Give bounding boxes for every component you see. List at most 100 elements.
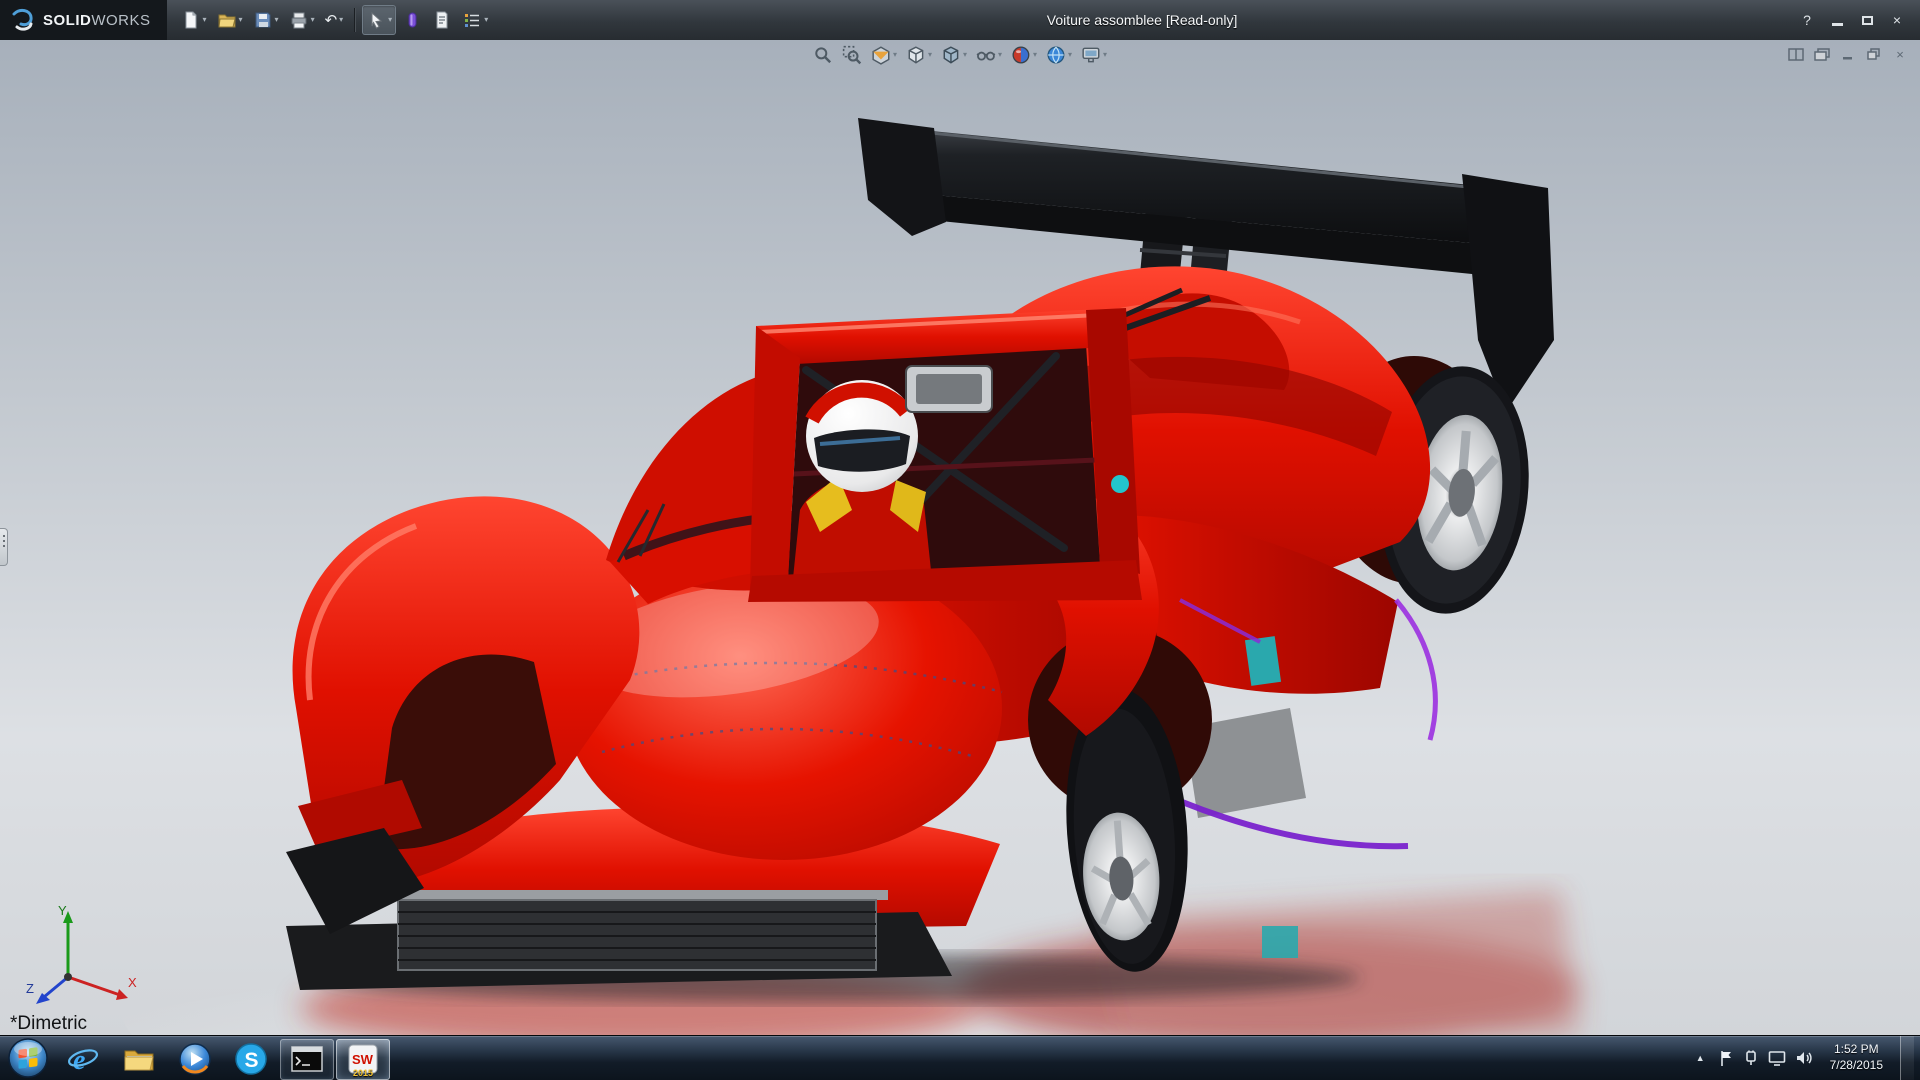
maximize-icon (1862, 16, 1873, 25)
dropdown-caret: ▾ (388, 16, 392, 24)
new-document-button[interactable]: ▾ (177, 5, 211, 35)
show-desktop-button[interactable] (1900, 1036, 1914, 1080)
apply-scene-button[interactable]: ▾ (1043, 43, 1075, 67)
dropdown-caret: ▾ (203, 16, 207, 24)
rebuild-icon (402, 10, 422, 30)
view-orientation-icon (906, 45, 926, 65)
open-button[interactable]: ▾ (213, 5, 247, 35)
app-logo: SOLIDWORKS (0, 0, 167, 40)
dassault-3ds-logo (10, 7, 36, 33)
zoom-to-area-icon (842, 45, 862, 65)
section-view-button[interactable]: ▾ (868, 43, 900, 67)
maximize-button[interactable] (1852, 7, 1882, 33)
split-view-button[interactable] (1786, 45, 1806, 63)
hide-show-items-button[interactable]: ▾ (973, 43, 1005, 67)
edit-appearance-button[interactable]: ▾ (1008, 43, 1040, 67)
graphics-viewport[interactable]: ▾ ▾ ▾ ▾ (0, 40, 1920, 1035)
graphics-area[interactable] (0, 40, 1920, 1035)
taskbar-media-player[interactable] (168, 1039, 222, 1080)
orientation-triad: Y X Z (22, 899, 142, 1009)
file-explorer-icon (122, 1044, 156, 1074)
taskbar-clock[interactable]: 1:52 PM 7/28/2015 (1822, 1042, 1891, 1073)
view-orientation-button[interactable]: ▾ (903, 43, 935, 67)
taskbar-internet-explorer[interactable]: e (56, 1039, 110, 1080)
print-button[interactable]: ▾ (285, 5, 319, 35)
options-icon (462, 10, 482, 30)
cascade-windows-icon (1814, 48, 1830, 61)
start-button[interactable] (0, 1036, 56, 1080)
dropdown-caret: ▾ (893, 51, 897, 59)
cascade-windows-button[interactable] (1812, 45, 1832, 63)
undo-button[interactable]: ↶ ▾ (321, 5, 348, 35)
options-button[interactable]: ▾ (458, 5, 492, 35)
zoom-to-area-button[interactable] (839, 43, 865, 67)
close-button[interactable]: × (1882, 7, 1912, 33)
minimize-document-button[interactable] (1838, 45, 1858, 63)
display-icon[interactable] (1768, 1050, 1786, 1066)
left-panel-splitter-handle[interactable] (0, 528, 8, 566)
volume-icon[interactable] (1795, 1050, 1813, 1066)
brand-text: SOLIDWORKS (43, 12, 151, 29)
minimize-icon (1832, 23, 1843, 26)
taskbar-messenger[interactable]: S (224, 1039, 278, 1080)
heads-up-toolbar: ▾ ▾ ▾ ▾ (810, 43, 1110, 67)
clock-time: 1:52 PM (1830, 1042, 1883, 1058)
print-icon (289, 10, 309, 30)
taskbar-items: e (56, 1036, 390, 1080)
restore-document-button[interactable] (1864, 45, 1884, 63)
view-settings-icon (1081, 45, 1101, 65)
messenger-icon: S (234, 1042, 268, 1076)
zoom-to-fit-button[interactable] (810, 43, 836, 67)
dropdown-caret: ▾ (239, 16, 243, 24)
system-tray: ▲ 1:52 PM 7/28/2015 (1692, 1036, 1920, 1080)
dropdown-caret: ▾ (339, 16, 343, 24)
dropdown-caret: ▾ (1033, 51, 1037, 59)
taskbar-solidworks-2015[interactable]: SW 2015 (336, 1039, 390, 1080)
select-button[interactable]: ▾ (362, 5, 396, 35)
taskbar-file-explorer[interactable] (112, 1039, 166, 1080)
minimize-button[interactable] (1822, 7, 1852, 33)
side-intake-teal (1245, 636, 1281, 686)
save-button[interactable]: ▾ (249, 5, 283, 35)
triad-z-label: Z (26, 981, 34, 996)
triad-y-label: Y (58, 903, 67, 918)
display-style-button[interactable]: ▾ (938, 43, 970, 67)
internet-explorer-icon: e (66, 1043, 100, 1075)
window-controls: ? × (1792, 0, 1920, 40)
helmet-visor (814, 429, 910, 471)
dropdown-caret: ▾ (998, 51, 1002, 59)
taskbar-command-prompt[interactable] (280, 1039, 334, 1080)
mirror-pod (906, 366, 992, 412)
clock-date: 7/28/2015 (1830, 1058, 1883, 1074)
file-properties-button[interactable] (428, 5, 456, 35)
rebuild-button[interactable] (398, 5, 426, 35)
titlebar: SOLIDWORKS ▾ ▾ ▾ (0, 0, 1920, 40)
view-settings-button[interactable]: ▾ (1078, 43, 1110, 67)
dropdown-caret: ▾ (275, 16, 279, 24)
section-view-icon (871, 45, 891, 65)
split-view-icon (1788, 48, 1804, 61)
dropdown-caret: ▾ (963, 51, 967, 59)
svg-text:S: S (245, 1049, 259, 1072)
zoom-to-fit-icon (813, 45, 833, 65)
windows-start-icon (7, 1037, 49, 1079)
toolbar-separator (354, 8, 355, 32)
close-document-button[interactable]: × (1890, 45, 1910, 63)
main-toolbar: ▾ ▾ ▾ ▾ (167, 5, 493, 35)
display-style-icon (941, 45, 961, 65)
dropdown-caret: ▾ (311, 16, 315, 24)
solidworks-window: SOLIDWORKS ▾ ▾ ▾ (0, 0, 1920, 1080)
hidden-icons-chevron[interactable]: ▲ (1692, 1053, 1709, 1063)
media-player-icon (178, 1042, 212, 1076)
lower-teal-part (1262, 926, 1298, 958)
power-icon[interactable] (1743, 1050, 1759, 1066)
svg-text:SW: SW (352, 1052, 374, 1067)
hide-show-items-icon (976, 45, 996, 65)
document-window-controls: × (1786, 45, 1910, 63)
document-title: Voiture assomblee [Read-only] (492, 12, 1792, 28)
dropdown-caret: ▾ (1103, 51, 1107, 59)
svg-text:e: e (73, 1045, 85, 1075)
dropdown-caret: ▾ (928, 51, 932, 59)
help-button[interactable]: ? (1792, 7, 1822, 33)
action-center-flag-icon[interactable] (1718, 1049, 1734, 1067)
